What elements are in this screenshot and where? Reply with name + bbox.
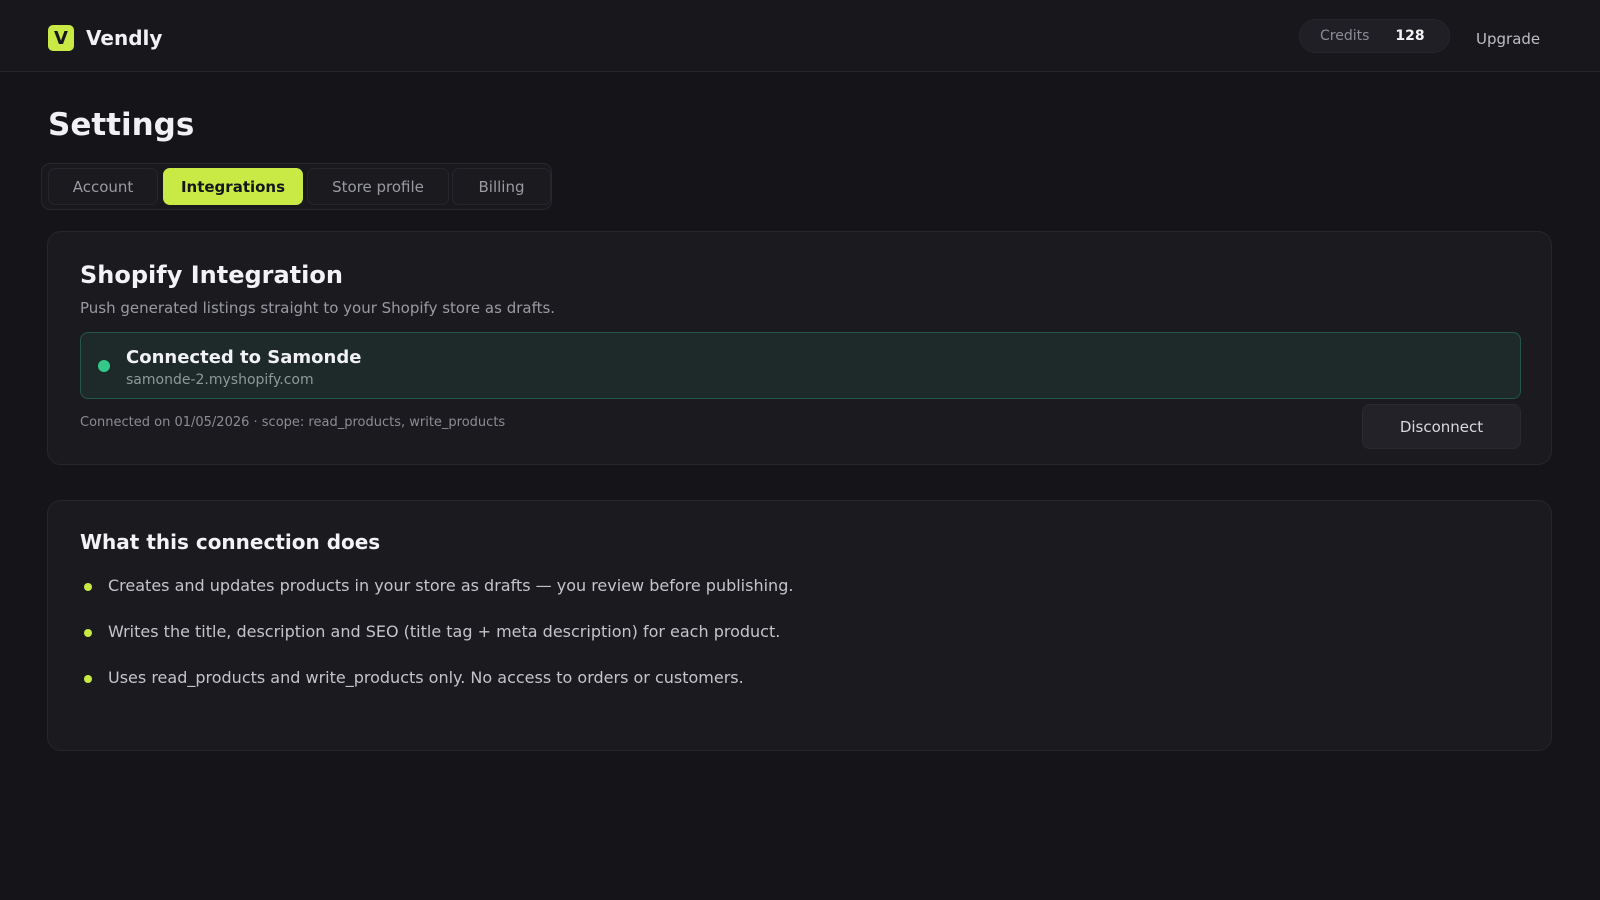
- tab-store-profile[interactable]: Store profile: [307, 168, 449, 205]
- bullet-icon: [84, 583, 92, 591]
- tab-account[interactable]: Account: [48, 168, 158, 205]
- credits-value: 128: [1395, 28, 1425, 44]
- status-dot-icon: [98, 360, 110, 372]
- connection-meta: Connected on 01/05/2026 · scope: read_pr…: [80, 415, 506, 430]
- shopify-card-subtitle: Push generated listings straight to your…: [80, 299, 556, 317]
- connection-info-card: What this connection does Creates and up…: [47, 500, 1552, 751]
- upgrade-link[interactable]: Upgrade: [1476, 30, 1540, 48]
- page-title: Settings: [48, 107, 195, 143]
- app-name: Vendly: [86, 26, 163, 50]
- info-card-title: What this connection does: [80, 530, 381, 554]
- connection-status-title: Connected to Samonde: [126, 347, 362, 368]
- logo-icon: V: [48, 25, 74, 51]
- disconnect-button[interactable]: Disconnect: [1362, 404, 1521, 449]
- list-item: Uses read_products and write_products on…: [80, 667, 793, 713]
- list-item-text: Creates and updates products in your sto…: [108, 576, 794, 595]
- shopify-integration-card: Shopify Integration Push generated listi…: [47, 231, 1552, 465]
- settings-tabs: Account Integrations Store profile Billi…: [41, 163, 552, 210]
- tab-integrations[interactable]: Integrations: [163, 168, 303, 205]
- connection-status: Connected to Samonde samonde-2.myshopify…: [80, 332, 1521, 399]
- list-item-text: Uses read_products and write_products on…: [108, 668, 744, 687]
- list-item: Writes the title, description and SEO (t…: [80, 621, 793, 667]
- bullet-icon: [84, 675, 92, 683]
- credits-badge: Credits 128: [1299, 19, 1450, 53]
- list-item: Creates and updates products in your sto…: [80, 575, 793, 621]
- brand[interactable]: V Vendly: [48, 24, 162, 52]
- credits-label: Credits: [1320, 28, 1370, 44]
- list-item-text: Writes the title, description and SEO (t…: [108, 622, 781, 641]
- store-domain: samonde-2.myshopify.com: [126, 372, 314, 388]
- bullet-icon: [84, 629, 92, 637]
- info-list: Creates and updates products in your sto…: [80, 575, 793, 713]
- tab-billing[interactable]: Billing: [452, 168, 551, 205]
- top-bar: V Vendly Credits 128 Upgrade: [0, 0, 1600, 72]
- shopify-card-title: Shopify Integration: [80, 261, 343, 289]
